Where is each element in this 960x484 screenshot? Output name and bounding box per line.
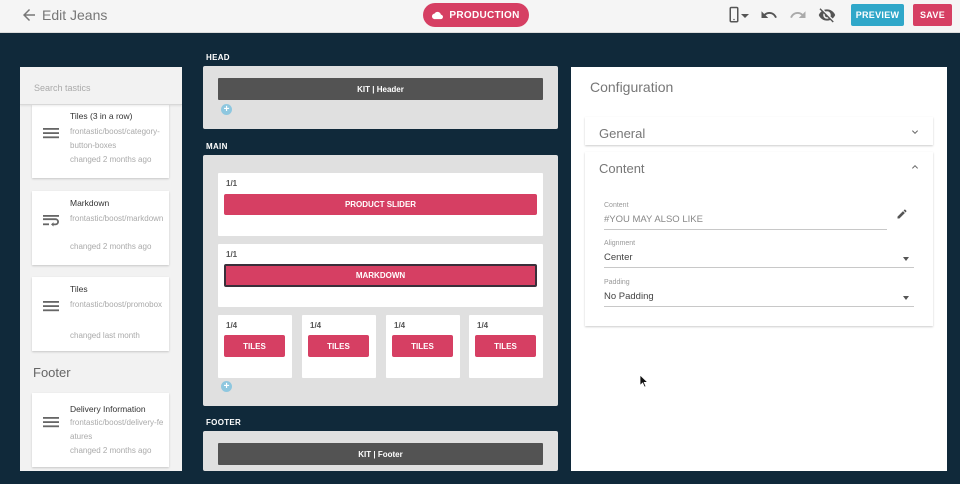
tastic-tiles[interactable]: TILES xyxy=(308,335,369,357)
edit-pencil-icon[interactable] xyxy=(896,208,908,220)
search-bar xyxy=(20,67,182,105)
tastic-name: Tiles xyxy=(70,284,88,294)
head-section-label: HEAD xyxy=(206,53,230,62)
cell-width: 1/1 xyxy=(226,179,238,188)
top-bar: Edit Jeans PRODUCTION PREVIEW SAVE xyxy=(0,0,960,33)
content-field-underline xyxy=(604,229,887,230)
preview-button[interactable]: PREVIEW xyxy=(851,4,904,26)
cell-width: 1/4 xyxy=(394,321,406,330)
layout-cell[interactable]: 1/4 TILES xyxy=(469,315,543,378)
tastic-path: frontastic/boost/promobox xyxy=(70,300,163,309)
tastic-path: frontastic/boost/markdown xyxy=(70,214,164,223)
tastic-library-panel: Tiles (3 in a row) frontastic/boost/cate… xyxy=(20,67,182,471)
layout-cell[interactable]: 1/1 MARKDOWN xyxy=(218,244,543,307)
content-accordion: Content Content #YOU MAY ALSO LIKE Align… xyxy=(585,152,933,326)
tastic-product-slider[interactable]: PRODUCT SLIDER xyxy=(224,194,537,215)
mouse-cursor-icon xyxy=(639,374,649,388)
tastic-tiles[interactable]: TILES xyxy=(224,335,285,357)
tastic-card[interactable]: Tiles (3 in a row) frontastic/boost/cate… xyxy=(32,104,169,178)
cell-width: 1/4 xyxy=(477,321,489,330)
alignment-select[interactable]: Center xyxy=(604,252,633,263)
padding-underline xyxy=(604,306,914,307)
add-cell-icon[interactable]: + xyxy=(221,104,232,115)
redo-icon[interactable] xyxy=(789,6,807,24)
head-region: KIT | Header + xyxy=(203,66,558,129)
cell-width: 1/4 xyxy=(226,321,238,330)
tastic-markdown[interactable]: MARKDOWN xyxy=(224,264,537,287)
tastic-card[interactable]: Delivery Information frontastic/boost/de… xyxy=(32,393,169,467)
tastic-path: frontastic/boost/category-button-boxes xyxy=(70,127,160,150)
undo-icon[interactable] xyxy=(760,6,778,24)
layout-cell[interactable]: 1/4 TILES xyxy=(386,315,460,378)
cell-width: 1/1 xyxy=(226,250,238,259)
chevron-down-icon xyxy=(912,130,918,134)
layout-cell[interactable]: 1/1 PRODUCT SLIDER xyxy=(218,173,543,236)
layout-cell[interactable]: 1/4 TILES xyxy=(218,315,292,378)
layout-cell[interactable]: 1/4 TILES xyxy=(302,315,376,378)
page-title: Edit Jeans xyxy=(42,7,108,23)
tastic-tiles[interactable]: TILES xyxy=(392,335,453,357)
visibility-off-icon[interactable] xyxy=(818,6,836,24)
header-kit[interactable]: KIT | Header xyxy=(218,78,543,100)
tastic-name: Markdown xyxy=(70,198,110,208)
alignment-field-label: Alignment xyxy=(604,240,636,247)
tastic-name: Delivery Information xyxy=(70,404,146,414)
menu-icon xyxy=(43,128,59,139)
footer-region: KIT | Footer xyxy=(203,431,558,471)
tastic-card[interactable]: Tiles frontastic/boost/promobox changed … xyxy=(32,277,169,351)
padding-dropdown-icon[interactable] xyxy=(903,296,909,300)
environment-label: PRODUCTION xyxy=(449,9,520,21)
search-input[interactable] xyxy=(34,83,174,93)
tastic-tiles[interactable]: TILES xyxy=(475,335,536,357)
menu-icon xyxy=(43,301,59,312)
general-accordion[interactable]: General xyxy=(585,117,933,145)
save-button[interactable]: SAVE xyxy=(913,4,952,26)
content-field-label: Content xyxy=(604,202,629,209)
menu-icon xyxy=(43,417,59,428)
accordion-title[interactable]: Content xyxy=(599,161,645,176)
tastic-changed: changed 2 months ago xyxy=(70,155,152,164)
chevron-up-icon[interactable] xyxy=(909,161,921,173)
tastic-changed: changed 2 months ago xyxy=(70,446,152,455)
main-region: 1/1 PRODUCT SLIDER 1/1 MARKDOWN 1/4 TILE… xyxy=(203,155,558,406)
accordion-title: General xyxy=(599,126,646,141)
main-section-label: MAIN xyxy=(206,142,228,151)
tastic-path: frontastic/boost/delivery-features xyxy=(70,418,164,441)
footer-kit[interactable]: KIT | Footer xyxy=(218,443,543,465)
cloud-icon xyxy=(432,11,444,19)
footer-section-label: FOOTER xyxy=(206,418,242,427)
tastic-name: Tiles (3 in a row) xyxy=(70,111,133,121)
configuration-title: Configuration xyxy=(590,79,674,95)
tastic-changed: changed last month xyxy=(70,331,140,340)
arrow-back-icon[interactable] xyxy=(20,6,38,24)
device-dropdown-icon[interactable] xyxy=(740,6,750,24)
tastic-changed: changed 2 months ago xyxy=(70,242,152,251)
footer-section-heading: Footer xyxy=(33,365,71,380)
content-field[interactable]: #YOU MAY ALSO LIKE xyxy=(604,214,703,225)
alignment-underline xyxy=(604,267,914,268)
padding-field-label: Padding xyxy=(604,279,630,286)
wrap-text-icon xyxy=(43,215,59,227)
environment-button[interactable]: PRODUCTION xyxy=(423,3,529,27)
configuration-panel: Configuration General Content Content #Y… xyxy=(571,67,947,471)
tastic-card[interactable]: Markdown frontastic/boost/markdown chang… xyxy=(32,191,169,265)
padding-select[interactable]: No Padding xyxy=(604,291,654,302)
alignment-dropdown-icon[interactable] xyxy=(903,257,909,261)
cell-width: 1/4 xyxy=(310,321,322,330)
add-cell-icon[interactable]: + xyxy=(221,381,232,392)
